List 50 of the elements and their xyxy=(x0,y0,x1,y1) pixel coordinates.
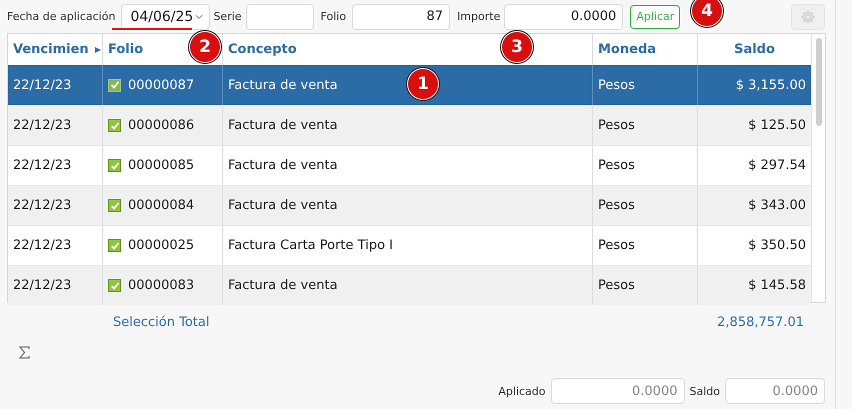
step-marker: 4 xyxy=(690,0,724,28)
checkbox[interactable] xyxy=(108,199,121,212)
table-cell: Factura de venta xyxy=(223,266,593,305)
checkbox[interactable] xyxy=(108,239,121,252)
column-header[interactable]: Folio xyxy=(108,42,144,57)
table-cell-text: $ 343.00 xyxy=(747,197,807,215)
folio-field[interactable]: 87 xyxy=(352,4,450,30)
table-row[interactable]: 22/12/23 00000083 Factura de venta Pesos $ 145.58 xyxy=(8,265,811,305)
field-label: Folio xyxy=(320,10,346,23)
sigma-icon[interactable] xyxy=(19,346,30,359)
importe-field[interactable]: 0.0000 xyxy=(504,4,624,30)
table-row[interactable]: 22/12/23 00000086 Factura de venta Pesos $ 125.50 xyxy=(8,105,811,145)
column-header[interactable]: Moneda xyxy=(598,42,656,57)
table-cell: 00000084 xyxy=(128,198,194,213)
field-label: Aplicado xyxy=(498,384,546,398)
table-cell-text: $ 145.58 xyxy=(747,277,807,295)
column-header[interactable]: Saldo xyxy=(734,42,775,57)
saldo-field[interactable]: 0.0000 xyxy=(725,378,825,404)
checkbox[interactable] xyxy=(108,279,121,292)
table-cell: 00000083 xyxy=(128,278,194,293)
aplicado-field[interactable]: 0.0000 xyxy=(550,378,684,404)
checkbox[interactable] xyxy=(108,78,121,92)
serie-field[interactable] xyxy=(246,4,314,30)
table-cell-text: $ 297.54 xyxy=(747,157,807,175)
checkbox[interactable] xyxy=(108,119,121,132)
column-header[interactable]: Concepto xyxy=(228,42,297,57)
scrollbar[interactable] xyxy=(811,34,825,302)
selection-total-label: Selección Total xyxy=(113,315,210,330)
table-row[interactable]: 22/12/23 00000085 Factura de venta Pesos $ 297.54 xyxy=(8,145,811,185)
date-field[interactable]: 04/06/25 xyxy=(121,4,210,30)
sort-icon[interactable] xyxy=(94,46,102,54)
table-cell-text: $ 350.50 xyxy=(747,237,807,255)
table-row[interactable]: 22/12/23 00000025 Factura Carta Porte Tipo I Pesos $ 350.50 xyxy=(8,225,811,265)
table-cell: 00000025 xyxy=(128,238,194,253)
table-cell-text: $ 3,155.00 xyxy=(734,76,807,94)
chevron-down-icon[interactable] xyxy=(195,14,204,20)
table-cell: 00000087 xyxy=(128,78,194,92)
field-label: Serie xyxy=(213,10,242,23)
table-cell: Pesos xyxy=(593,266,698,305)
table-cell: 00000086 xyxy=(128,118,194,133)
field-label: Importe xyxy=(457,10,500,23)
field-label: Saldo xyxy=(690,384,720,398)
table-cell-text: $ 125.50 xyxy=(747,117,807,135)
column-header[interactable]: Vencimien xyxy=(13,42,89,57)
table-cell: 22/12/23 xyxy=(8,266,103,305)
table-row[interactable]: 22/12/23 00000084 Factura de venta Pesos $ 343.00 xyxy=(8,185,811,225)
selection-total-value: 2,858,757.01 xyxy=(717,315,804,330)
checkbox[interactable] xyxy=(108,159,121,172)
table-cell: 00000085 xyxy=(128,158,194,173)
field-label: Fecha de aplicación xyxy=(7,10,116,23)
